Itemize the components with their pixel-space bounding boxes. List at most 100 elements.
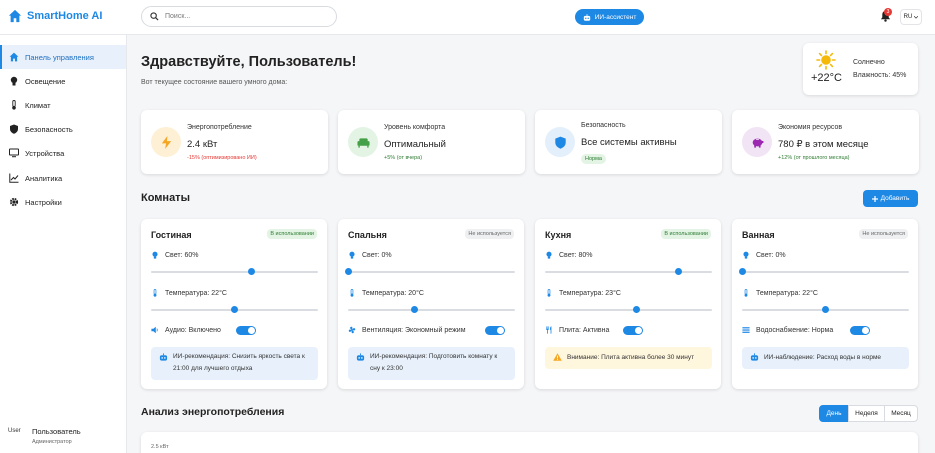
temperature-value: Температура: 22°C — [756, 289, 818, 297]
fan-icon — [348, 326, 356, 334]
room-card-bathroom: Ванная Не используется Свет: 0% Температ… — [732, 219, 918, 389]
device-control-label: Плита: Активна — [545, 326, 609, 334]
slider-knob[interactable] — [344, 268, 352, 275]
slider-knob[interactable] — [822, 306, 829, 313]
device-status: Вентиляция: Экономный режим — [362, 326, 466, 334]
sidebar-item-lighting[interactable]: Освещение — [0, 69, 126, 93]
energy-chart: 2.5 кВт — [141, 432, 918, 453]
temperature-value: Температура: 23°C — [559, 289, 621, 297]
slider-knob[interactable] — [231, 306, 238, 313]
room-status-badge: В использовании — [267, 229, 317, 239]
stat-card-security: Безопасность Все системы активны Норма — [535, 110, 722, 174]
room-status-badge: Не используется — [859, 229, 908, 239]
user-profile[interactable]: User Пользователь Администратор — [8, 427, 81, 445]
ai-assistant-button[interactable]: ИИ-ассистент — [575, 9, 644, 25]
device-toggle[interactable] — [485, 326, 505, 335]
sidebar: Панель управления Освещение Климат Безоп… — [0, 35, 127, 453]
stat-label: Энергопотребление — [187, 124, 252, 131]
light-slider[interactable] — [344, 268, 515, 275]
language-value: RU — [903, 14, 913, 20]
stat-label: Уровень комфорта — [384, 124, 446, 131]
sidebar-item-analytics[interactable]: Аналитика — [0, 166, 126, 190]
sidebar-item-label: Аналитика — [25, 173, 63, 183]
light-value: Свет: 0% — [756, 251, 786, 259]
device-toggle[interactable] — [623, 326, 643, 335]
slider-knob[interactable] — [247, 268, 255, 275]
room-name: Спальня — [348, 230, 387, 240]
device-toggle[interactable] — [850, 326, 870, 335]
temperature-slider[interactable] — [151, 306, 318, 313]
temperature-slider[interactable] — [348, 306, 515, 313]
plus-icon — [871, 195, 878, 202]
sidebar-item-settings[interactable]: Настройки — [0, 190, 126, 214]
temperature-slider[interactable] — [742, 306, 909, 313]
device-status: Водоснабжение: Норма — [756, 326, 834, 334]
light-slider[interactable] — [545, 268, 712, 275]
sidebar-item-dashboard[interactable]: Панель управления — [0, 45, 126, 69]
chevron-down-icon — [914, 15, 919, 19]
sidebar-item-label: Панель управления — [25, 52, 94, 62]
thermometer-icon — [12, 100, 16, 110]
y-axis-tick-label: 2.5 кВт — [151, 444, 169, 450]
sidebar-item-security[interactable]: Безопасность — [0, 117, 126, 141]
app-name: SmartHome AI — [27, 10, 103, 22]
piggy-bank-icon — [752, 138, 764, 148]
top-bar: SmartHome AI ИИ-ассистент 3 RU — [0, 0, 935, 35]
sidebar-item-label: Устройства — [25, 148, 65, 158]
light-value: Свет: 60% — [165, 251, 199, 259]
stat-label: Экономия ресурсов — [778, 124, 843, 131]
sidebar-item-label: Освещение — [25, 76, 66, 86]
bulb-icon — [546, 251, 552, 259]
water-icon — [742, 327, 750, 333]
room-name: Гостиная — [151, 230, 192, 240]
slider-knob[interactable] — [633, 306, 641, 313]
user-role: Администратор — [32, 439, 72, 445]
sofa-icon — [356, 137, 370, 148]
stat-value: 2.4 кВт — [187, 139, 218, 150]
warning-alert: Внимание: Плита активна более 30 минут — [545, 347, 712, 369]
stat-icon-bg — [348, 127, 378, 157]
stat-label: Безопасность — [581, 122, 626, 129]
sidebar-item-label: Настройки — [25, 197, 62, 207]
stat-value: 780 ₽ в этом месяце — [778, 139, 869, 150]
search-box[interactable] — [141, 6, 337, 27]
add-room-button[interactable]: Добавить — [863, 190, 918, 207]
weather-temperature: +22°C — [811, 72, 843, 84]
temperature-value: Температура: 20°C — [362, 289, 424, 297]
slider-knob[interactable] — [411, 306, 419, 313]
add-room-label: Добавить — [880, 195, 910, 202]
bulb-icon — [743, 251, 749, 259]
speaker-icon — [151, 326, 158, 334]
app-logo[interactable]: SmartHome AI — [8, 9, 102, 23]
recommendation-text: ИИ-наблюдение: Расход воды в норме — [764, 354, 882, 361]
temperature-slider[interactable] — [545, 306, 712, 313]
warning-text: Внимание: Плита активна более 30 минут — [567, 354, 695, 361]
sidebar-item-label: Безопасность — [25, 124, 73, 134]
room-card-bedroom: Спальня Не используется Свет: 0% Темпера… — [338, 219, 524, 389]
light-slider[interactable] — [738, 268, 909, 275]
slider-knob[interactable] — [738, 268, 746, 275]
slider-knob[interactable] — [675, 268, 683, 275]
device-toggle[interactable] — [236, 326, 256, 335]
temperature-value: Температура: 22°C — [165, 289, 227, 297]
language-select[interactable]: RU — [900, 9, 922, 25]
light-control-label: Свет: 0% — [742, 251, 786, 259]
tab-week[interactable]: Неделя — [848, 405, 885, 422]
tab-day[interactable]: День — [819, 405, 849, 422]
search-input[interactable] — [165, 13, 325, 20]
tab-month[interactable]: Месяц — [884, 405, 918, 422]
sidebar-item-devices[interactable]: Устройства — [0, 141, 126, 165]
stat-card-savings: Экономия ресурсов 780 ₽ в этом месяце +1… — [732, 110, 919, 174]
light-slider[interactable] — [151, 268, 318, 275]
weather-widget: +22°C Солнечно Влажность: 45% — [803, 43, 918, 95]
robot-icon — [583, 13, 590, 21]
status-badge: Норма — [581, 154, 606, 164]
shield-icon — [10, 124, 18, 134]
monitor-icon — [9, 148, 19, 158]
stat-value: Оптимальный — [384, 139, 446, 150]
ai-recommendation: ИИ-рекомендация: Подготовить комнату к с… — [348, 347, 515, 380]
sidebar-item-climate[interactable]: Климат — [0, 93, 126, 117]
light-value: Свет: 80% — [559, 251, 593, 259]
robot-icon — [159, 353, 168, 361]
stat-icon-bg — [742, 127, 772, 157]
